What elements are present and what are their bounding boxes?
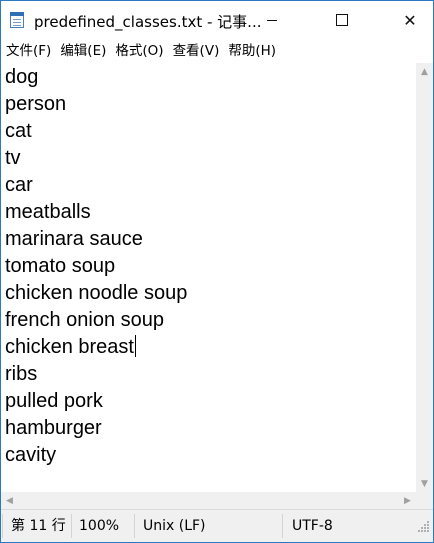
status-line-position: 第 11 行 (11, 518, 66, 534)
minimize-icon (267, 19, 277, 21)
status-zoom: 100% (79, 518, 120, 534)
text-line: cavity (5, 444, 57, 466)
status-divider (71, 514, 72, 538)
scroll-down-icon[interactable]: ▼ (416, 475, 433, 492)
title-bar[interactable]: predefined_classes.txt - 记事... ✕ (1, 1, 433, 39)
notepad-icon (10, 12, 24, 28)
text-line: cat (5, 120, 32, 142)
scrollbar-corner (416, 492, 433, 509)
scroll-right-icon[interactable]: ▶ (399, 492, 416, 509)
menu-edit[interactable]: 编辑(E) (55, 39, 110, 63)
scroll-left-icon[interactable]: ◀ (1, 492, 18, 509)
text-line: hamburger (5, 417, 102, 439)
status-encoding: UTF-8 (292, 518, 333, 534)
horizontal-scrollbar[interactable]: ◀ ▶ (1, 492, 416, 509)
status-line-ending: Unix (LF) (143, 518, 206, 534)
status-divider (282, 514, 283, 538)
text-line: meatballs (5, 201, 91, 223)
text-line: tv (5, 147, 21, 169)
notepad-window: predefined_classes.txt - 记事... ✕ 文件(F) 编… (0, 0, 434, 543)
text-line: chicken noodle soup (5, 282, 188, 304)
text-line: french onion soup (5, 309, 165, 331)
scroll-up-icon[interactable]: ▲ (416, 63, 433, 80)
status-divider (134, 514, 135, 538)
text-line: pulled pork (5, 390, 103, 412)
text-line-current: chicken breast (5, 334, 136, 361)
text-line-content: chicken breast (5, 336, 134, 358)
status-divider (2, 514, 3, 538)
menu-file[interactable]: 文件(F) (1, 39, 55, 63)
minimize-button[interactable] (249, 1, 295, 39)
close-icon: ✕ (403, 10, 417, 30)
resize-grip-icon[interactable] (418, 521, 430, 533)
menu-view[interactable]: 查看(V) (168, 39, 224, 63)
text-caret (134, 335, 136, 357)
text-line: tomato soup (5, 255, 116, 277)
text-line: ribs (5, 363, 38, 385)
text-line: marinara sauce (5, 228, 143, 250)
text-line: person (5, 93, 67, 115)
status-bar: 第 11 行 100% Unix (LF) UTF-8 (1, 509, 433, 542)
menu-bar: 文件(F) 编辑(E) 格式(O) 查看(V) 帮助(H) (1, 39, 433, 63)
vertical-scrollbar[interactable]: ▲ ▼ (416, 63, 433, 492)
window-title: predefined_classes.txt - 记事... (34, 13, 262, 31)
close-button[interactable]: ✕ (387, 1, 433, 39)
menu-help[interactable]: 帮助(H) (223, 39, 280, 63)
maximize-icon (336, 14, 348, 26)
text-line: dog (5, 66, 39, 88)
text-line: car (5, 174, 33, 196)
text-editor[interactable]: dog person cat tv car meatballs marinara… (1, 63, 416, 492)
maximize-button[interactable] (319, 1, 365, 39)
menu-format[interactable]: 格式(O) (110, 39, 167, 63)
